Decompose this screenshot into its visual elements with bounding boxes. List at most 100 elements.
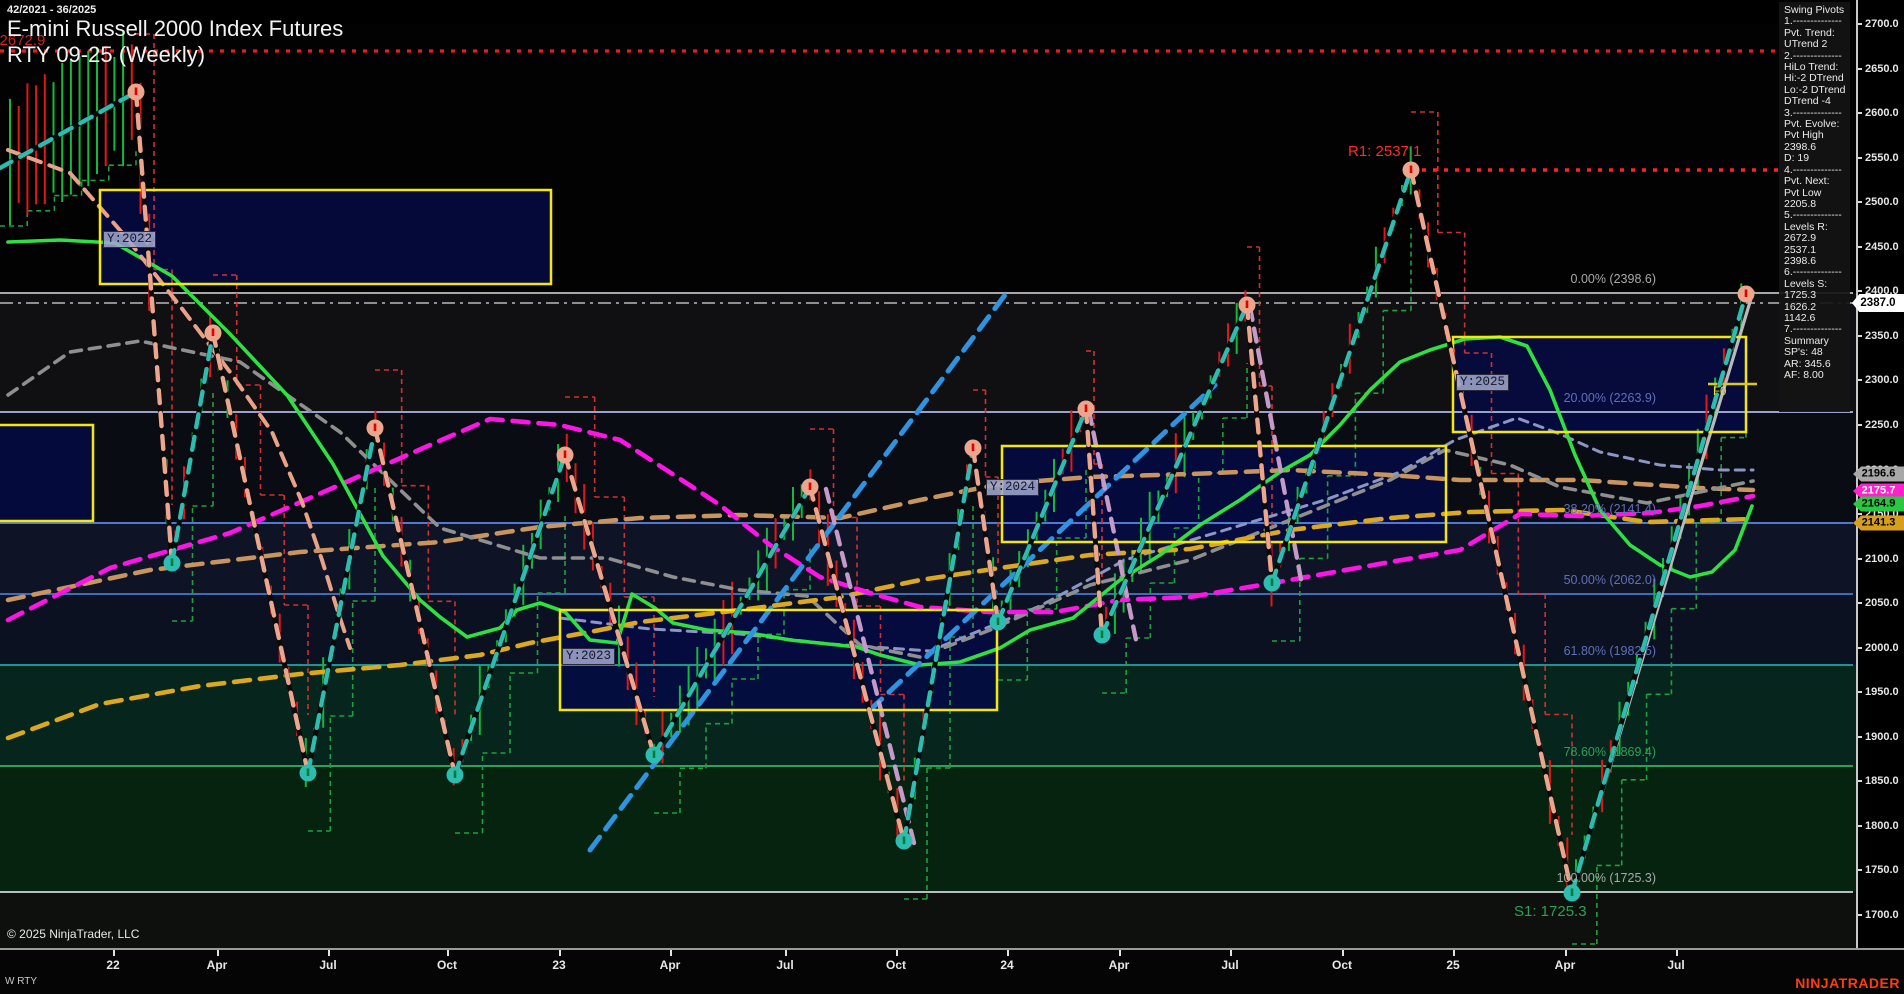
time-tick [1453,950,1455,956]
time-tick-label: 23 [552,958,565,972]
time-tick-label: Oct [886,958,906,972]
time-tick-label: Oct [437,958,457,972]
time-tick [1230,950,1232,956]
time-tick-label: Oct [1332,958,1352,972]
year-marker-label[interactable]: Y:2023 [562,648,615,665]
fib-level-label: 61.80% (1982.5) [1564,644,1656,658]
price-tick-label: 1850.0 [1865,775,1899,787]
pivot-marker-glyph [1745,290,1748,298]
ninjatrader-logo: NINJATRADER [1795,975,1900,991]
time-tick-label: Jul [776,958,793,972]
panel-text-line: 1725.3 [1784,290,1854,301]
price-tick-label: 1900.0 [1865,731,1899,743]
pivot-marker-glyph [454,771,457,779]
panel-text-line: Pvt. Next: [1784,176,1854,187]
time-tick [113,950,115,956]
time-tick [328,950,330,956]
pivot-marker-glyph [1571,889,1574,897]
ma-value-badge: 2164.9 [1853,497,1904,512]
swing-pivots-panel: Swing Pivots1.--------------Pvt. Trend:U… [1784,5,1854,381]
current-price-badge: 2387.0 [1852,294,1904,312]
background-band [0,892,1856,948]
panel-text-line: AF: 8.00 [1784,370,1854,381]
r1-level-label: R1: 2537.1 [1348,143,1421,160]
time-tick-label: Apr [207,958,228,972]
f0-line-label: F0 [1713,386,1726,398]
time-tick-label: 25 [1446,958,1459,972]
price-tick-label: 2550.0 [1865,152,1899,164]
year-marker-label[interactable]: Y:2022 [103,231,156,248]
price-tick-label: 2700.0 [1865,18,1899,30]
panel-text-line: 5.-------------- [1784,210,1854,221]
fib-level-label: 100.00% (1725.3) [1557,871,1656,885]
pivot-marker-glyph [972,444,975,452]
price-tick-label: 2050.0 [1865,597,1899,609]
fib-level-label: 20.00% (2263.9) [1564,391,1656,405]
time-tick-label: 22 [106,958,119,972]
time-tick [447,950,449,956]
time-tick-label: 24 [1000,958,1013,972]
pivot-marker-glyph [307,769,310,777]
panel-text-line: 2672.9 [1784,233,1854,244]
pivot-marker-glyph [653,751,656,759]
time-tick [1676,950,1678,956]
instrument-title-line1: E-mini Russell 2000 Index Futures [7,16,343,42]
pivot-marker-glyph [1271,579,1274,587]
year-range-box-fill [0,425,93,521]
time-tick-label: Jul [1221,958,1238,972]
date-range-label: 42/2021 - 36/2025 [7,4,96,16]
pivot-marker-glyph [903,837,906,845]
year-marker-label[interactable]: Y:2024 [986,479,1039,496]
time-tick [559,950,561,956]
ma-value-badge: 2175.7 [1853,484,1904,499]
price-tick-label: 2600.0 [1865,107,1899,119]
ma-value-badge: 2141.3 [1853,516,1904,531]
pivot-marker-glyph [1085,405,1088,413]
price-tick-label: 2000.0 [1865,642,1899,654]
time-tick-label: Jul [1667,958,1684,972]
pivot-marker-glyph [212,329,215,337]
time-tick [1007,950,1009,956]
year-range-box-fill [1002,446,1446,542]
price-tick-label: 1800.0 [1865,820,1899,832]
instrument-title: E-mini Russell 2000 Index Futures RTY 09… [7,16,343,68]
pivot-marker-glyph [809,483,812,491]
time-tick-label: Apr [1109,958,1130,972]
pivot-marker-glyph [374,424,377,432]
pivot-marker-glyph [171,559,174,567]
year-marker-label[interactable]: Y:2025 [1456,374,1509,391]
ma-value-badge: 2196.6 [1853,467,1904,482]
panel-text-line: DTrend -4 [1784,96,1854,107]
price-tick-label: 2450.0 [1865,241,1899,253]
fib-level-label: 0.00% (2398.6) [1571,272,1656,286]
time-tick [785,950,787,956]
s1-level-label: S1: 1725.3 [1514,903,1587,920]
copyright-label: © 2025 NinjaTrader, LLC [7,927,139,941]
time-tick [670,950,672,956]
pivot-marker-glyph [997,618,1000,626]
time-tick-label: Apr [660,958,681,972]
price-tick-label: 1950.0 [1865,686,1899,698]
price-tick-label: 2350.0 [1865,330,1899,342]
time-axis[interactable] [0,948,1904,994]
time-tick [1119,950,1121,956]
price-tick-label: 1750.0 [1865,864,1899,876]
ninjatrader-chart-window: 42/2021 - 36/2025 R2: 2672.9 E-mini Russ… [0,0,1904,994]
pivot-marker-glyph [1101,631,1104,639]
time-tick [896,950,898,956]
time-tick [1565,950,1567,956]
time-tick [217,950,219,956]
panel-text-line: SP's: 48 [1784,347,1854,358]
pivot-marker-glyph [564,451,567,459]
panel-text-line: D: 19 [1784,153,1854,164]
instrument-title-line2: RTY 09-25 (Weekly) [7,42,343,68]
price-tick-label: 2650.0 [1865,63,1899,75]
price-tick-label: 2100.0 [1865,553,1899,565]
price-tick-label: 1700.0 [1865,909,1899,921]
price-tick-label: 2250.0 [1865,419,1899,431]
fib-level-label: 38.20% (2141.4) [1564,502,1656,516]
price-tick-label: 2300.0 [1865,374,1899,386]
time-tick [1342,950,1344,956]
pivot-marker-glyph [135,88,138,96]
series-label: W RTY [5,976,37,987]
